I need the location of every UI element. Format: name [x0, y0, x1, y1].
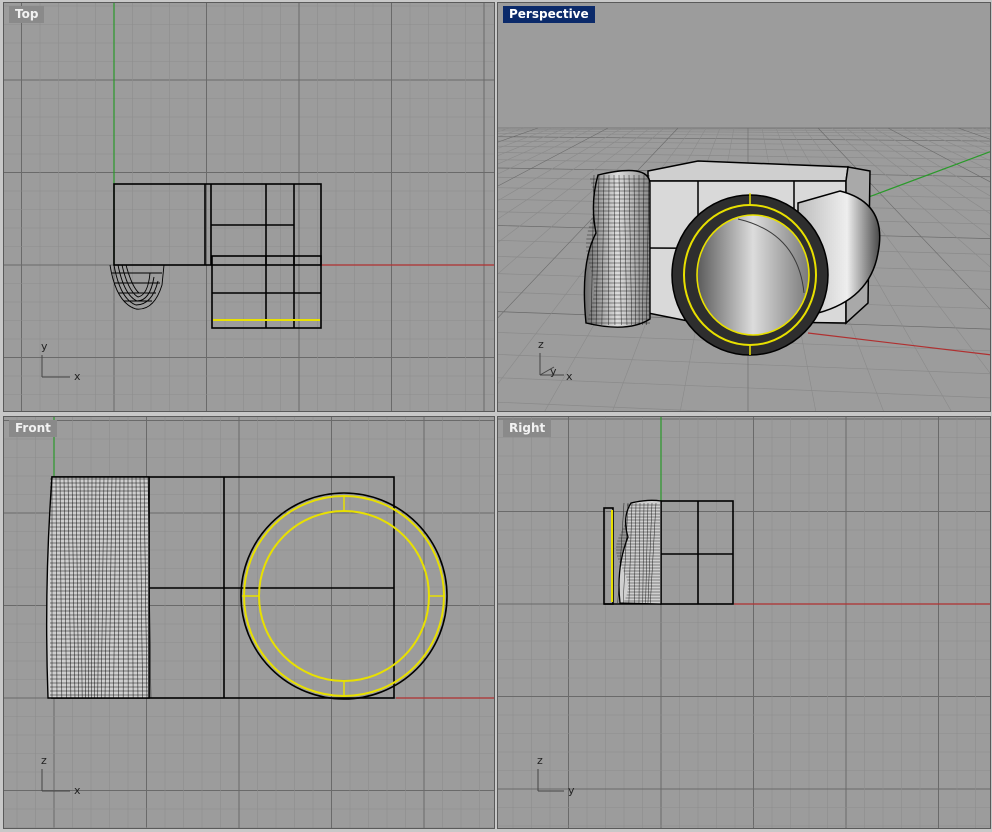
axis-label-y: y	[568, 784, 575, 797]
axis-label-x: x	[566, 370, 573, 383]
camera-body-outline	[113, 183, 322, 329]
axis-indicator	[537, 769, 564, 792]
axis-indicator	[41, 355, 70, 378]
viewport-top[interactable]: y x Top	[3, 2, 495, 412]
right-view-canvas[interactable]: z y	[498, 417, 991, 829]
axis-label-x: x	[74, 370, 81, 383]
top-view-canvas[interactable]: y x	[4, 3, 495, 412]
viewport-title-front[interactable]: Front	[9, 420, 57, 437]
grip-mesh	[616, 499, 662, 605]
viewport-front[interactable]: z x Front	[3, 416, 495, 829]
grip-mesh	[45, 476, 152, 699]
grid	[4, 3, 494, 411]
axis-label-z: z	[537, 754, 543, 767]
axis-label-y: y	[550, 365, 557, 378]
lens-inner-ring	[258, 510, 430, 682]
axis-label-x: x	[74, 784, 81, 797]
viewport-title-top[interactable]: Top	[9, 6, 45, 23]
perspective-view-canvas[interactable]: z y x	[498, 3, 991, 412]
lens-outer-ring	[240, 492, 448, 700]
axis-label-z: z	[538, 338, 544, 351]
axis-label-z: z	[41, 754, 47, 767]
grid	[498, 417, 990, 828]
viewport-title-perspective[interactable]: Perspective	[503, 6, 595, 23]
lens-selected-ring	[243, 495, 445, 697]
axis-label-y: y	[41, 340, 48, 353]
grip-3d	[583, 169, 651, 328]
x-axis-line	[807, 332, 990, 356]
viewport-perspective[interactable]: z y x Perspective	[497, 2, 991, 412]
viewport-right[interactable]: z y Right	[497, 416, 991, 829]
front-view-canvas[interactable]: z x	[4, 417, 495, 829]
viewport-title-right[interactable]: Right	[503, 420, 552, 437]
grip-mesh	[109, 264, 165, 310]
lens-inner	[696, 214, 810, 336]
